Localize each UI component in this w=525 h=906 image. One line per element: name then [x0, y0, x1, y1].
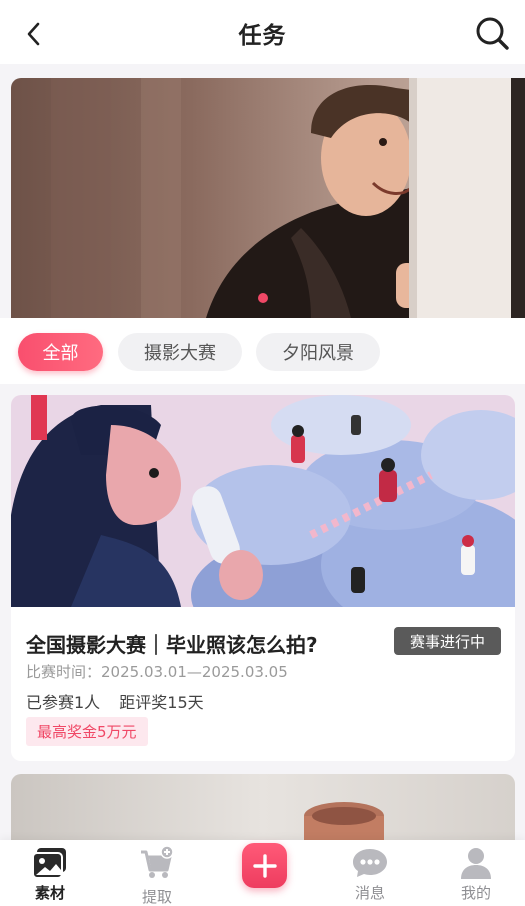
prize-badge: 最高奖金5万元 [26, 717, 148, 746]
page-title: 任务 [238, 23, 287, 49]
nav-label-profile: 我的 [460, 884, 491, 902]
nav-tab-materials[interactable]: 素材 [5, 840, 95, 906]
task-screen: 任务 全部 摄影大赛 夕阳风景 全国摄影大赛｜毕业照该怎么拍? 赛事进行中 比赛… [0, 0, 525, 906]
chat-bubble-icon [352, 846, 388, 880]
filter-bar: 全部 摄影大赛 夕阳风景 [0, 318, 525, 384]
filter-chip-all[interactable]: 全部 [18, 333, 103, 371]
nav-tab-extract[interactable]: 提取 [112, 840, 202, 906]
nav-label-messages: 消息 [354, 884, 385, 902]
nav-tab-messages[interactable]: 消息 [325, 840, 415, 906]
top-bar: 任务 [0, 0, 525, 64]
status-badge: 赛事进行中 [394, 627, 501, 655]
nav-label-materials: 素材 [34, 884, 65, 902]
nav-label-extract: 提取 [141, 888, 172, 906]
filter-chip-photo-contest[interactable]: 摄影大赛 [118, 333, 242, 371]
search-button[interactable] [471, 12, 513, 54]
filter-chip-sunset[interactable]: 夕阳风景 [256, 333, 380, 371]
nav-tab-profile[interactable]: 我的 [431, 840, 521, 906]
search-icon [476, 17, 509, 50]
task-card[interactable]: 全国摄影大赛｜毕业照该怎么拍? 赛事进行中 比赛时间：2025.03.01—20… [11, 395, 515, 761]
cart-add-icon [139, 846, 175, 880]
carousel-indicator [258, 293, 268, 303]
add-button[interactable] [242, 843, 287, 888]
gallery-icon [32, 846, 68, 880]
task-cover-image [11, 395, 515, 607]
plus-icon [252, 853, 277, 878]
contest-date: 比赛时间：2025.03.01—2025.03.05 [26, 663, 288, 681]
task-title: 全国摄影大赛｜毕业照该怎么拍? [26, 633, 318, 657]
banner-image [11, 78, 525, 318]
award-countdown: 距评奖15天 [119, 693, 204, 712]
participant-count: 已参赛1人 [26, 693, 101, 712]
banner-carousel[interactable] [11, 78, 525, 318]
user-icon [458, 846, 494, 880]
task-meta: 已参赛1人 距评奖15天 [26, 689, 204, 713]
